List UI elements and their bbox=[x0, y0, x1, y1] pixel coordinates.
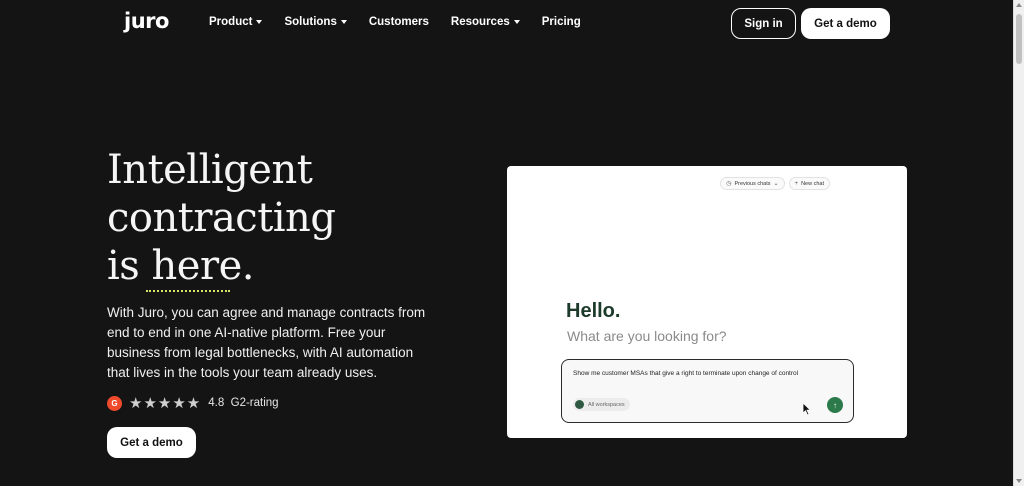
page-scrollbar[interactable] bbox=[1013, 0, 1024, 486]
chat-controls: ◷ Previous chats ⌄ + New chat bbox=[720, 177, 830, 190]
nav-customers-label: Customers bbox=[368, 16, 429, 28]
chevron-down-icon bbox=[513, 20, 520, 24]
rating-value: 4.8 bbox=[208, 397, 225, 409]
scroll-down-arrow-icon[interactable] bbox=[1016, 479, 1022, 483]
get-demo-nav-button[interactable]: Get a demo bbox=[801, 8, 890, 39]
hero-description: With Juro, you can agree and manage cont… bbox=[107, 305, 426, 380]
chat-input-text: Show me customer MSAs that give a right … bbox=[573, 370, 799, 377]
nav-pricing[interactable]: Pricing bbox=[542, 16, 581, 28]
nav-product[interactable]: Product bbox=[209, 16, 263, 28]
nav-resources-label: Resources bbox=[450, 16, 510, 28]
nav-links: Product Solutions Customers Resources Pr… bbox=[209, 16, 603, 28]
plus-icon: + bbox=[794, 180, 799, 187]
product-preview-card: ◷ Previous chats ⌄ + New chat Hello. Wha… bbox=[507, 166, 907, 438]
hero-title-line-3: is here. bbox=[107, 243, 254, 289]
nav-solutions-label: Solutions bbox=[284, 16, 337, 28]
hero-title-line-2: contracting bbox=[107, 195, 336, 241]
nav-product-label: Product bbox=[209, 16, 253, 28]
scroll-thumb[interactable] bbox=[1016, 14, 1022, 64]
new-chat-button[interactable]: + New chat bbox=[788, 177, 830, 190]
previous-chats-button[interactable]: ◷ Previous chats ⌄ bbox=[720, 177, 785, 190]
previous-chats-label: Previous chats bbox=[734, 180, 771, 187]
workspace-selector[interactable]: All workspaces bbox=[573, 398, 630, 411]
scroll-up-arrow-icon[interactable] bbox=[1016, 3, 1022, 7]
clock-icon: ◷ bbox=[726, 181, 732, 187]
chevron-down-icon bbox=[340, 20, 347, 24]
juro-logo[interactable]: juro bbox=[124, 9, 169, 33]
rating-label: G2-rating bbox=[230, 397, 279, 409]
mouse-cursor-icon bbox=[802, 402, 812, 416]
g2-rating: G ★★★★★ 4.8 G2-rating bbox=[107, 394, 279, 412]
greeting: Hello. bbox=[566, 300, 621, 322]
top-navigation: juro Product Solutions Customers Resourc… bbox=[0, 0, 1013, 46]
sign-in-button[interactable]: Sign in bbox=[731, 8, 796, 39]
dotted-underline bbox=[146, 290, 230, 292]
send-button[interactable]: ↑ bbox=[827, 397, 843, 413]
workspace-label: All workspaces bbox=[588, 401, 625, 408]
rating-score: 4.8 G2-rating bbox=[208, 397, 278, 409]
rating-stars-icon: ★★★★★ bbox=[129, 394, 202, 412]
nav-pricing-label: Pricing bbox=[541, 16, 581, 28]
greeting-subtitle: What are you looking for? bbox=[567, 328, 727, 344]
chevron-down-icon: ⌄ bbox=[773, 181, 779, 187]
hero-title: Intelligent contracting is here. bbox=[107, 146, 336, 290]
arrow-up-icon: ↑ bbox=[833, 400, 837, 410]
nav-customers[interactable]: Customers bbox=[369, 16, 429, 28]
g2-logo-icon: G bbox=[107, 395, 122, 411]
chevron-down-icon bbox=[256, 20, 263, 24]
nav-resources[interactable]: Resources bbox=[451, 16, 520, 28]
workspace-icon bbox=[575, 400, 584, 409]
hero-title-line-1: Intelligent bbox=[107, 147, 313, 193]
new-chat-label: New chat bbox=[801, 180, 824, 187]
nav-solutions[interactable]: Solutions bbox=[284, 16, 347, 28]
get-demo-hero-button[interactable]: Get a demo bbox=[107, 427, 196, 458]
